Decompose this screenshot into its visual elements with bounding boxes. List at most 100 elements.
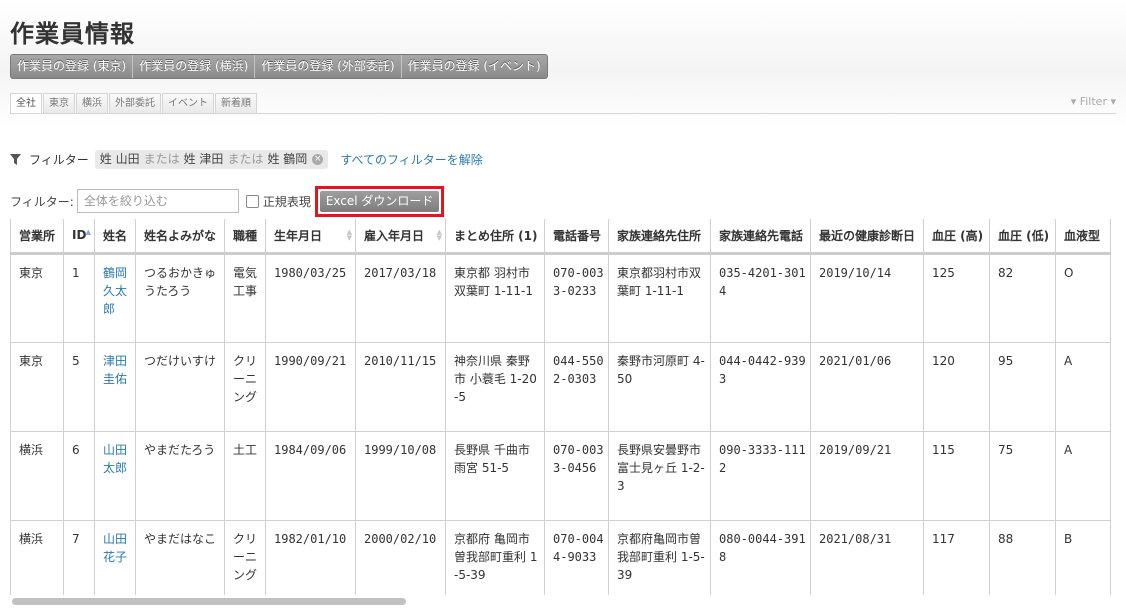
cell-bp-low: 75 xyxy=(989,431,1056,521)
funnel-small-icon: ▾ xyxy=(1070,95,1077,108)
col-header-name[interactable]: 姓名 xyxy=(94,219,136,255)
tab-event[interactable]: イベント xyxy=(162,93,214,114)
col-header-family-address[interactable]: 家族連絡先住所 xyxy=(608,219,711,255)
cell-bp-low: 88 xyxy=(989,520,1056,595)
cell-birthdate: 1982/01/10 xyxy=(265,520,356,595)
cell-job: 電気工事 xyxy=(224,253,266,343)
register-yokohama-button[interactable]: 作業員の登録 (横浜) xyxy=(133,55,256,78)
cell-hire-date: 2000/02/10 xyxy=(355,520,446,595)
cell-kana: つだけいすけ xyxy=(135,342,225,432)
scrollbar-thumb[interactable] xyxy=(12,598,406,605)
cell-family-address: 東京都羽村市双葉町 1-11-1 xyxy=(608,253,711,343)
worker-table: 営業所 ID ▲ 姓名 姓名よみがな 職種 生年月日 ▲ ▼ 雇入年月日 ▲ ▼ まとめ住… xyxy=(10,219,1111,595)
cell-health-check: 2019/09/21 xyxy=(810,431,924,521)
col-header-label: 血圧 (低) xyxy=(998,228,1050,243)
col-header-label: 電話番号 xyxy=(553,228,602,243)
col-header-hire-date[interactable]: 雇入年月日 ▲ ▼ xyxy=(355,219,446,255)
col-header-label: 姓名よみがな xyxy=(144,228,217,243)
col-header-label: ID xyxy=(72,228,87,243)
tab-divider xyxy=(10,113,1116,114)
col-header-phone[interactable]: 電話番号 xyxy=(544,219,609,255)
cell-address: 神奈川県 秦野市 小蓑毛 1-20-5 xyxy=(445,342,545,432)
col-header-birthdate[interactable]: 生年月日 ▲ ▼ xyxy=(265,219,356,255)
cell-health-check: 2021/01/06 xyxy=(810,342,924,432)
cell-name-link[interactable]: 鶴岡久太郎 xyxy=(94,253,136,343)
cell-office: 東京 xyxy=(10,342,64,432)
col-header-label: 生年月日 xyxy=(274,228,323,243)
tab-yokohama[interactable]: 横浜 xyxy=(76,93,108,114)
tab-outsourced[interactable]: 外部委託 xyxy=(109,93,161,114)
cell-blood-type: A xyxy=(1055,342,1111,432)
col-header-bp-high[interactable]: 血圧 (高) xyxy=(923,219,990,255)
col-header-blood-type[interactable]: 血液型 xyxy=(1055,219,1111,255)
sort-icon: ▲ ▼ xyxy=(436,228,442,242)
close-icon[interactable]: × xyxy=(312,153,324,165)
col-header-kana[interactable]: 姓名よみがな xyxy=(135,219,225,255)
cell-address: 東京都 羽村市 双葉町 1-11-1 xyxy=(445,253,545,343)
cell-bp-high: 117 xyxy=(923,520,990,595)
cell-family-address: 秦野市河原町 4-50 xyxy=(608,342,711,432)
cell-birthdate: 1980/03/25 xyxy=(265,253,356,343)
cell-blood-type: B xyxy=(1055,520,1111,595)
table-row: 東京 5 津田圭佑 つだけいすけ クリーニング 1990/09/21 2010/… xyxy=(10,342,1111,432)
chip-or: または xyxy=(227,151,264,166)
cell-hire-date: 2017/03/18 xyxy=(355,253,446,343)
cell-family-phone: 035-4201-3014 xyxy=(710,253,811,343)
cell-family-address: 京都府亀岡市曽我部町重利 1-5-39 xyxy=(608,520,711,595)
col-header-label: 営業所 xyxy=(19,228,56,243)
cell-phone: 070-0033-0233 xyxy=(544,253,609,343)
register-tokyo-button[interactable]: 作業員の登録 (東京) xyxy=(11,55,134,78)
sort-icon: ▲ ▼ xyxy=(346,228,352,242)
filter-chip[interactable]: 姓 山田 または 姓 津田 または 姓 鶴岡 × xyxy=(94,149,329,169)
table-header-row: 営業所 ID ▲ 姓名 姓名よみがな 職種 生年月日 ▲ ▼ 雇入年月日 ▲ ▼ まとめ住… xyxy=(10,219,1111,255)
cell-family-phone: 090-3333-1112 xyxy=(710,431,811,521)
cell-job: クリーニング xyxy=(224,342,266,432)
col-header-label: 家族連絡先電話 xyxy=(719,228,804,243)
search-label: フィルター: xyxy=(10,194,74,209)
register-outsourced-button[interactable]: 作業員の登録 (外部委託) xyxy=(255,55,402,78)
tab-tokyo[interactable]: 東京 xyxy=(43,93,75,114)
cell-address: 京都府 亀岡市 曽我部町重利 1-5-39 xyxy=(445,520,545,595)
cell-office: 横浜 xyxy=(10,520,64,595)
horizontal-scrollbar[interactable] xyxy=(10,598,1118,606)
view-tabs: 全社 東京 横浜 外部委託 イベント 新着順 xyxy=(10,93,258,114)
col-header-id[interactable]: ID ▲ xyxy=(63,219,95,255)
cell-hire-date: 1999/10/08 xyxy=(355,431,446,521)
cell-phone: 070-0033-0456 xyxy=(544,431,609,521)
cell-bp-high: 125 xyxy=(923,253,990,343)
cell-address: 長野県 千曲市 雨宮 51-5 xyxy=(445,431,545,521)
tab-all[interactable]: 全社 xyxy=(10,93,42,114)
col-header-bp-low[interactable]: 血圧 (低) xyxy=(989,219,1056,255)
chip-or: または xyxy=(143,151,180,166)
regex-checkbox[interactable] xyxy=(245,194,259,208)
col-header-job[interactable]: 職種 xyxy=(224,219,266,255)
filter-toggle[interactable]: ▾ Filter ▾ xyxy=(1071,95,1116,108)
cell-phone: 044-5502-0303 xyxy=(544,342,609,432)
clear-filters-link[interactable]: すべてのフィルターを解除 xyxy=(340,151,482,168)
search-input[interactable] xyxy=(76,189,239,213)
cell-phone: 070-0044-9033 xyxy=(544,520,609,595)
col-header-address[interactable]: まとめ住所 (1) xyxy=(445,219,545,255)
cell-bp-low: 95 xyxy=(989,342,1056,432)
chip-term: 姓 津田 xyxy=(183,151,224,166)
page-title: 作業員情報 xyxy=(10,20,135,48)
col-header-label: まとめ住所 (1) xyxy=(454,228,538,243)
cell-bp-low: 82 xyxy=(989,253,1056,343)
excel-download-button[interactable]: Excel ダウンロード xyxy=(319,190,440,212)
cell-name-link[interactable]: 山田花子 xyxy=(94,520,136,595)
register-event-button[interactable]: 作業員の登録 (イベント) xyxy=(402,55,547,78)
cell-name-link[interactable]: 山田太郎 xyxy=(94,431,136,521)
cell-blood-type: A xyxy=(1055,431,1111,521)
col-header-office[interactable]: 営業所 xyxy=(10,219,64,255)
cell-health-check: 2021/08/31 xyxy=(810,520,924,595)
table-row: 横浜 7 山田花子 やまだはなこ クリーニング 1982/01/10 2000/… xyxy=(10,520,1111,595)
cell-family-phone: 080-0044-3918 xyxy=(710,520,811,595)
cell-birthdate: 1984/09/06 xyxy=(265,431,356,521)
cell-name-link[interactable]: 津田圭佑 xyxy=(94,342,136,432)
col-header-label: 職種 xyxy=(233,228,258,243)
col-header-health-check[interactable]: 最近の健康診断日 xyxy=(810,219,924,255)
tab-newest[interactable]: 新着順 xyxy=(215,93,257,114)
cell-kana: やまだたろう xyxy=(135,431,225,521)
col-header-family-phone[interactable]: 家族連絡先電話 xyxy=(710,219,811,255)
cell-job: 土工 xyxy=(224,431,266,521)
